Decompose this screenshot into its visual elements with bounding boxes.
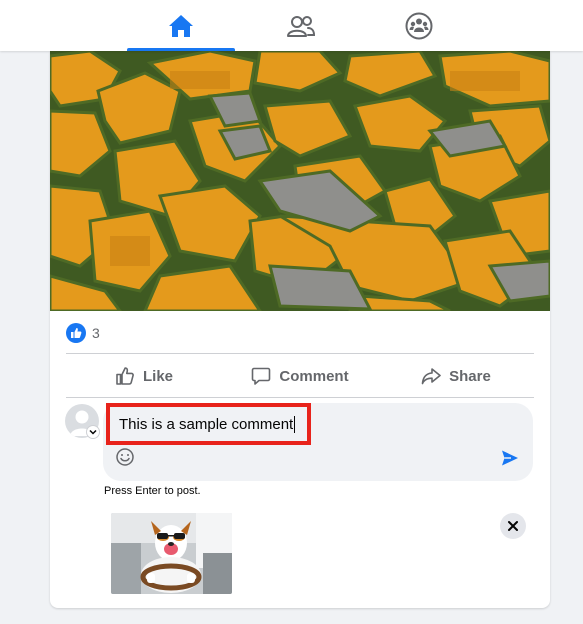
post-photo[interactable] — [50, 51, 550, 311]
groups-icon — [405, 12, 433, 39]
top-navigation — [0, 0, 583, 51]
attachment-image — [111, 513, 232, 594]
post-hint: Press Enter to post. — [104, 485, 201, 497]
close-icon — [508, 521, 518, 531]
reaction-count: 3 — [92, 325, 100, 341]
smiley-icon — [116, 448, 134, 466]
reaction-summary[interactable]: 3 — [66, 322, 100, 344]
post-card: 3 Like Comment Share This is a sample co… — [50, 51, 550, 608]
comment-icon — [252, 367, 271, 385]
comment-label: Comment — [279, 367, 349, 385]
chevron-down-icon — [89, 429, 97, 435]
send-icon — [502, 450, 518, 466]
comment-composer: This is a sample comment — [103, 403, 533, 481]
text-caret — [294, 415, 296, 433]
share-icon — [421, 368, 441, 385]
comment-input[interactable]: This is a sample comment — [106, 403, 311, 445]
share-label: Share — [449, 367, 491, 385]
divider — [66, 397, 534, 398]
like-icon — [116, 367, 134, 385]
remove-attachment-button[interactable] — [500, 513, 526, 539]
send-button[interactable] — [501, 449, 519, 467]
post-actions: Like Comment Share — [66, 354, 534, 398]
tab-friends[interactable] — [247, 0, 355, 51]
tab-groups[interactable] — [365, 0, 473, 51]
avatar-dropdown[interactable] — [86, 425, 100, 439]
comment-text: This is a sample comment — [119, 415, 294, 433]
tab-home[interactable] — [127, 0, 235, 51]
like-button[interactable]: Like — [66, 354, 222, 398]
attachment-preview[interactable] — [111, 513, 232, 594]
like-label: Like — [142, 367, 173, 385]
friends-icon — [287, 15, 315, 37]
like-reaction-icon — [66, 323, 86, 343]
emoji-button[interactable] — [115, 447, 135, 467]
share-button[interactable]: Share — [378, 354, 534, 398]
comment-button[interactable]: Comment — [222, 354, 378, 398]
home-icon — [169, 14, 193, 37]
